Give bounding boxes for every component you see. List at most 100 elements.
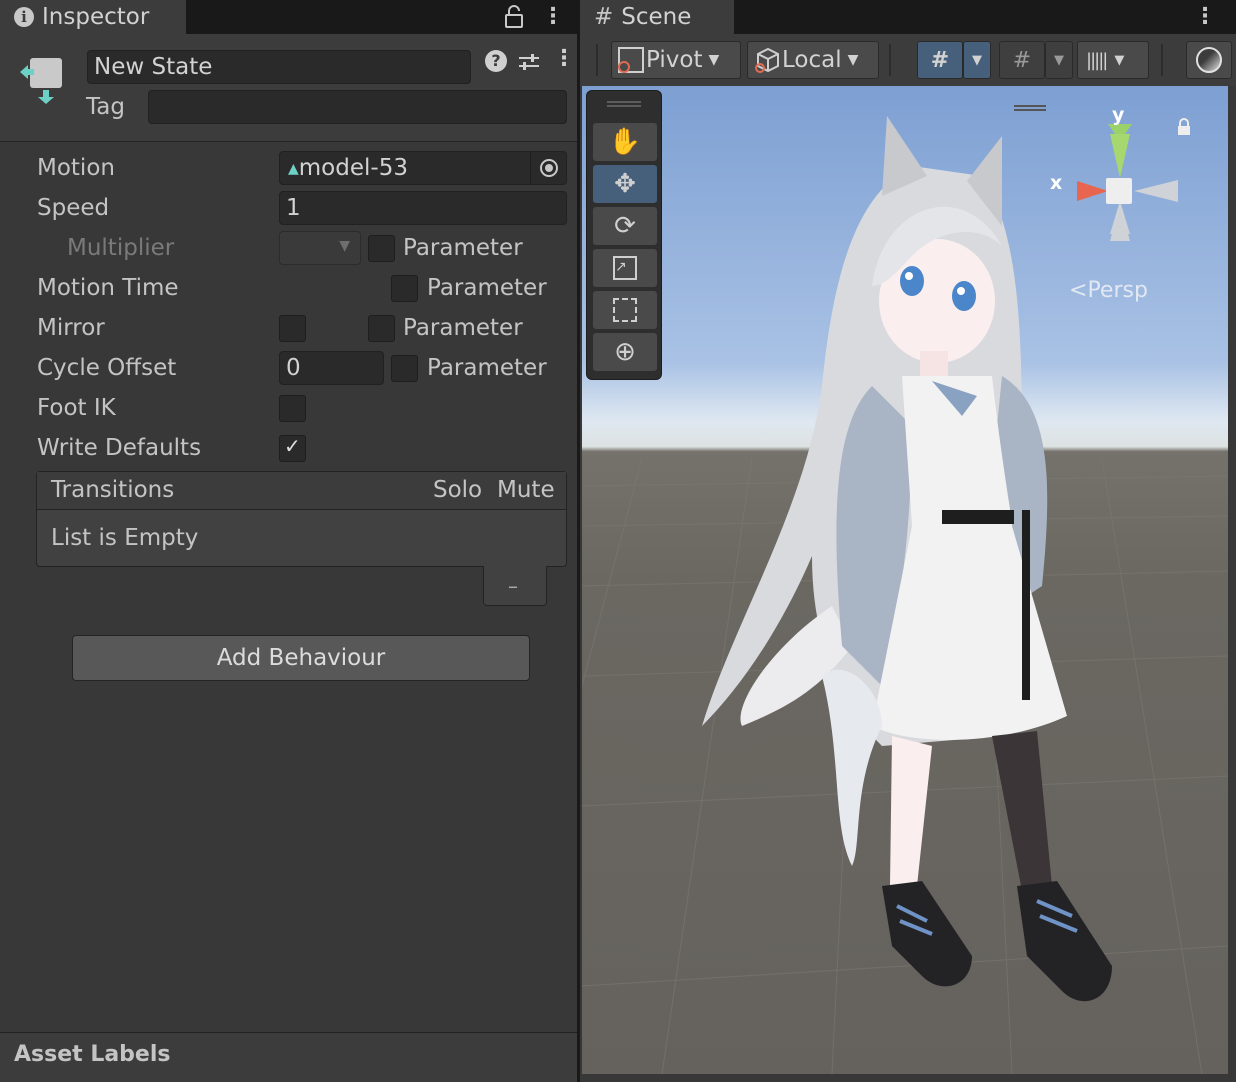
scene-tabbar: # Scene ⋮ bbox=[580, 0, 1236, 34]
object-picker-icon[interactable] bbox=[530, 152, 566, 184]
solo-column-header: Solo bbox=[433, 477, 483, 503]
tab-scene-label: Scene bbox=[621, 4, 692, 30]
hash-icon: # bbox=[594, 4, 614, 30]
minus-icon: – bbox=[508, 574, 518, 598]
tag-label: Tag bbox=[86, 94, 125, 120]
scale-icon: ↗ bbox=[613, 256, 637, 280]
state-header: New State ? ⋮ Tag bbox=[0, 34, 577, 142]
transform-icon: ⊕ bbox=[614, 337, 636, 367]
chevron-left-icon: < bbox=[1069, 278, 1088, 303]
write-defaults-label: Write Defaults bbox=[37, 435, 202, 461]
pivot-dropdown[interactable]: Pivot ▼ bbox=[611, 41, 741, 79]
mirror-parameter-checkbox[interactable] bbox=[368, 315, 395, 342]
pivot-icon bbox=[618, 47, 644, 73]
grid-snap-icon: # bbox=[930, 47, 950, 73]
transform-tool-button[interactable]: ⊕ bbox=[593, 333, 657, 371]
multiplier-parameter-checkbox[interactable] bbox=[368, 235, 395, 262]
rotate-tool-button[interactable]: ⟳ bbox=[593, 207, 657, 245]
inspector-panel: i Inspector ⋮ New State ? ⋮ Tag Motion ▲… bbox=[0, 0, 577, 1082]
gizmo-x-label[interactable]: x bbox=[1050, 172, 1062, 194]
remove-transition-button[interactable]: – bbox=[483, 566, 547, 606]
scale-tool-button[interactable]: ↗ bbox=[593, 249, 657, 287]
move-tool-button[interactable]: ✥ bbox=[593, 165, 657, 203]
cycle-offset-input[interactable]: 0 bbox=[279, 351, 384, 385]
chevron-down-icon: ▼ bbox=[972, 52, 982, 68]
lock-icon[interactable] bbox=[504, 5, 524, 29]
asset-labels-bar[interactable]: Asset Labels bbox=[0, 1032, 577, 1082]
cycle-offset-label: Cycle Offset bbox=[37, 355, 177, 381]
foot-ik-checkbox[interactable] bbox=[279, 395, 306, 422]
motion-value: model-53 bbox=[298, 155, 408, 181]
draw-mode-button[interactable] bbox=[1186, 41, 1232, 79]
multiplier-label: Multiplier bbox=[67, 235, 175, 261]
multiplier-parameter-label: Parameter bbox=[403, 235, 523, 261]
motion-time-parameter-checkbox[interactable] bbox=[391, 275, 418, 302]
motion-time-parameter-label: Parameter bbox=[427, 275, 547, 301]
grid-lines-icon: ||||| bbox=[1086, 49, 1108, 71]
avatar-model bbox=[702, 116, 1112, 1002]
grid-visibility-dropdown[interactable]: ||||| ▼ bbox=[1077, 41, 1149, 79]
local-dropdown[interactable]: Local ▼ bbox=[747, 41, 879, 79]
animator-state-icon bbox=[16, 54, 68, 106]
scene-panel: # Scene ⋮ Pivot ▼ Local ▼ # ▼ # ▼ ||||| … bbox=[580, 0, 1236, 1082]
projection-toggle[interactable]: <Persp bbox=[1069, 278, 1148, 303]
gizmo-y-label[interactable]: y bbox=[1112, 104, 1124, 126]
chevron-down-icon: ▼ bbox=[847, 52, 859, 68]
state-name-input[interactable]: New State bbox=[87, 50, 471, 84]
preset-sliders-icon[interactable] bbox=[517, 50, 541, 74]
more-options-icon[interactable]: ⋮ bbox=[1194, 6, 1216, 28]
chevron-down-icon: ▼ bbox=[339, 238, 350, 254]
increment-snap-toggle[interactable]: # bbox=[999, 41, 1045, 79]
mute-column-header: Mute bbox=[497, 477, 555, 503]
hand-tool-button[interactable]: ✋ bbox=[593, 123, 657, 161]
overlay-drag-handle[interactable] bbox=[607, 101, 641, 107]
rect-transform-icon bbox=[613, 298, 637, 322]
mirror-label: Mirror bbox=[37, 315, 105, 341]
chevron-down-icon: ▼ bbox=[1054, 52, 1064, 68]
gizmo-lock-icon[interactable] bbox=[1178, 118, 1190, 135]
motion-field[interactable]: ▲model-53 bbox=[279, 151, 567, 185]
info-icon: i bbox=[14, 7, 34, 27]
list-empty-text: List is Empty bbox=[51, 525, 199, 551]
local-cube-icon bbox=[754, 46, 782, 74]
toolbar-separator bbox=[889, 44, 891, 76]
increment-snap-icon: # bbox=[1012, 47, 1032, 73]
scene-render bbox=[582, 105, 1228, 1074]
inspector-tabbar: i Inspector ⋮ bbox=[0, 0, 577, 34]
grid-snapping-dropdown[interactable]: ▼ bbox=[963, 41, 991, 79]
grid-snapping-toggle[interactable]: # bbox=[917, 41, 963, 79]
write-defaults-checkbox[interactable] bbox=[279, 434, 306, 462]
more-options-icon[interactable]: ⋮ bbox=[542, 6, 564, 28]
tab-inspector[interactable]: i Inspector bbox=[0, 0, 186, 34]
motion-label: Motion bbox=[37, 155, 115, 181]
pivot-label: Pivot bbox=[646, 47, 703, 73]
scene-toolbar: Pivot ▼ Local ▼ # ▼ # ▼ ||||| ▼ bbox=[580, 34, 1236, 86]
component-menu-icon[interactable]: ⋮ bbox=[553, 46, 575, 71]
orientation-gizmo bbox=[1077, 124, 1178, 241]
mirror-parameter-label: Parameter bbox=[403, 315, 523, 341]
tools-overlay: ✋ ✥ ⟳ ↗ ⊕ bbox=[586, 90, 662, 380]
tab-scene[interactable]: # Scene bbox=[580, 0, 734, 34]
scene-viewport[interactable]: y x <Persp ✋ ✥ ⟳ ↗ ⊕ bbox=[582, 86, 1228, 1074]
cycle-offset-parameter-label: Parameter bbox=[427, 355, 547, 381]
help-icon[interactable]: ? bbox=[485, 50, 507, 72]
rotate-icon: ⟳ bbox=[614, 211, 636, 241]
increment-snap-dropdown[interactable]: ▼ bbox=[1045, 41, 1073, 79]
mirror-checkbox[interactable] bbox=[279, 315, 306, 342]
rect-tool-button[interactable] bbox=[593, 291, 657, 329]
chevron-down-icon: ▼ bbox=[1114, 52, 1125, 68]
cycle-offset-parameter-checkbox[interactable] bbox=[391, 355, 418, 382]
add-behaviour-button[interactable]: Add Behaviour bbox=[72, 635, 530, 681]
persp-label: Persp bbox=[1087, 278, 1148, 303]
chevron-down-icon: ▼ bbox=[708, 52, 720, 68]
move-arrows-icon: ✥ bbox=[614, 169, 636, 199]
hand-icon: ✋ bbox=[608, 127, 642, 157]
shading-sphere-icon bbox=[1196, 47, 1222, 73]
local-label: Local bbox=[782, 47, 842, 73]
speed-input[interactable]: 1 bbox=[279, 191, 567, 225]
tag-input[interactable] bbox=[148, 90, 567, 124]
motion-time-label: Motion Time bbox=[37, 275, 179, 301]
tab-inspector-label: Inspector bbox=[42, 4, 150, 30]
multiplier-dropdown[interactable]: ▼ bbox=[279, 231, 361, 265]
asset-labels-title: Asset Labels bbox=[14, 1042, 171, 1067]
